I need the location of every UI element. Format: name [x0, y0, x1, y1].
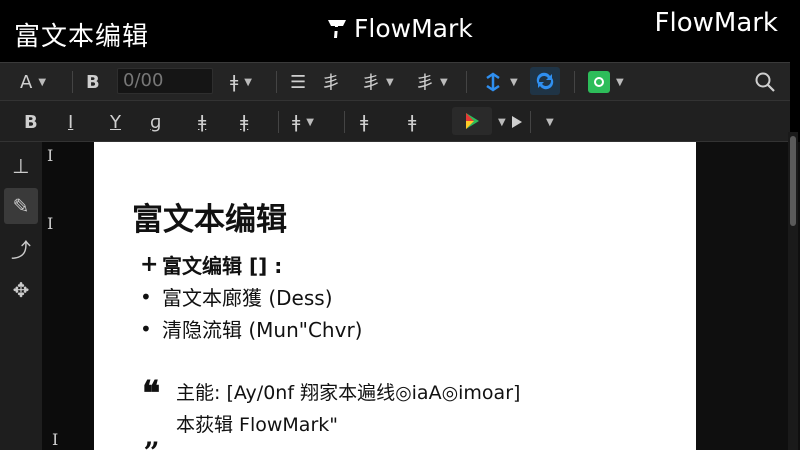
divider	[466, 71, 467, 93]
chevron-down-icon: ▼	[498, 116, 506, 128]
scrollbar-thumb[interactable]	[790, 136, 796, 226]
align-right-icon: ǂ	[292, 111, 301, 133]
chevron-down-icon: ▼	[38, 76, 47, 88]
text-cursor-icon: I	[47, 146, 54, 165]
font-label: A	[20, 71, 33, 93]
divider	[344, 111, 345, 133]
bold-format-button[interactable]: B	[24, 109, 38, 135]
text-cursor-icon: I	[52, 430, 59, 449]
strikethrough-button[interactable]: ɡ	[150, 109, 161, 135]
brand-name: FlowMark	[354, 14, 473, 43]
list-marker: +	[140, 252, 159, 277]
sync-icon	[486, 72, 500, 92]
divider	[278, 111, 279, 133]
divider	[530, 111, 531, 133]
gutter: I I I	[42, 142, 94, 450]
chevron-down-icon: ▼	[546, 116, 554, 128]
right-pane	[696, 142, 800, 450]
search-button[interactable]	[754, 69, 776, 95]
play-color-icon	[466, 113, 479, 129]
divider	[276, 71, 277, 93]
chevron-down-icon: ▼	[244, 76, 252, 88]
list-item: • 清隐流辑 (Mun"Chvr)	[140, 314, 362, 343]
font-size-input[interactable]: 0/00	[117, 68, 213, 94]
text-size-icon: ǂ	[230, 71, 239, 93]
add-icon: ⊥	[12, 154, 30, 178]
list-item: + 富文编辑 [] :	[140, 250, 282, 279]
list-button[interactable]: ☰	[290, 69, 306, 95]
sidebar-link-button[interactable]: ⤴	[4, 230, 38, 266]
sidebar: ⊥ ✎ ⤴ ✥	[0, 142, 42, 450]
bold-button[interactable]: B	[86, 69, 100, 95]
outdent-button[interactable]: ǂ	[408, 109, 416, 135]
chevron-down-icon: ▼	[616, 76, 624, 88]
paragraph-icon: 丯	[362, 73, 380, 94]
list-item: • 富文本廊獲 (Dess)	[140, 282, 333, 311]
divider	[574, 71, 575, 93]
paragraph-dropdown[interactable]: 丯 ▼	[362, 69, 394, 95]
more-dropdown[interactable]: ▼	[540, 109, 554, 135]
align-button[interactable]: 丯	[322, 69, 340, 95]
list-item-text: 清隐流辑 (Mun"Chvr)	[162, 318, 363, 342]
sync-dropdown[interactable]: ▼	[482, 69, 518, 95]
quote-line: 本荻辑 FlowMark"	[176, 414, 339, 436]
chevron-down-icon: ▼	[386, 76, 394, 88]
align-left-button[interactable]: ǂ	[198, 109, 206, 135]
sidebar-add-button[interactable]: ⊥	[4, 148, 38, 184]
divider	[72, 71, 73, 93]
list-marker: •	[140, 316, 152, 341]
toolbar-row-2: B I Y ɡ ǂ ǂ ǂ ▼ ǂ ǂ ▼ ▼	[0, 100, 790, 142]
chevron-down-icon: ▼	[510, 76, 518, 88]
quote-open-mark: ❝	[142, 374, 161, 414]
align-center-button[interactable]: ǂ	[240, 109, 248, 135]
text-size-dropdown[interactable]: ǂ ▼	[230, 69, 252, 95]
title-bar: 富文本编辑 FlowMark FlowMark	[0, 0, 800, 62]
brand-right: FlowMark	[654, 8, 778, 38]
vertical-scrollbar[interactable]	[788, 132, 798, 450]
document-page[interactable]: 富文本编辑 + 富文编辑 [] : • 富文本廊獲 (Dess) • 清隐流辑 …	[94, 142, 696, 450]
list-item-text: 富文本廊獲 (Dess)	[162, 286, 333, 310]
sidebar-pen-button[interactable]: ✎	[4, 188, 38, 224]
heading-icon: 丯	[416, 73, 434, 94]
underline-button[interactable]: Y	[110, 109, 121, 135]
sidebar-plugin-button[interactable]: ✥	[4, 272, 38, 308]
align-dropdown[interactable]: ǂ ▼	[292, 109, 314, 135]
chevron-down-icon: ▼	[440, 76, 448, 88]
quote-line: 主能: [Ay/0nf 翔家本遍线◎iaA◎imoar]	[176, 382, 521, 404]
brand: FlowMark	[326, 14, 473, 43]
chevron-down-icon: ▼	[306, 116, 314, 128]
refresh-icon	[536, 72, 554, 90]
quote-close-mark: „	[144, 420, 161, 450]
link-icon: ⤴	[11, 237, 31, 262]
pen-icon: ✎	[12, 194, 30, 218]
app-title: 富文本编辑	[14, 22, 150, 52]
font-family-dropdown[interactable]: A ▼	[20, 69, 46, 95]
plugin-dropdown[interactable]: ▼	[588, 69, 624, 95]
puzzle-icon: ✥	[12, 278, 30, 302]
heading-dropdown[interactable]: 丯 ▼	[416, 69, 448, 95]
list-item-text: 富文编辑 [] :	[162, 254, 283, 278]
run-button[interactable]	[452, 107, 492, 135]
run-dropdown[interactable]: ▼	[492, 109, 506, 135]
italic-button[interactable]: I	[68, 109, 73, 135]
refresh-button[interactable]	[530, 67, 560, 95]
document-heading: 富文本编辑	[132, 202, 287, 238]
list-marker: •	[140, 284, 152, 309]
next-button[interactable]	[510, 109, 524, 135]
search-icon	[755, 72, 775, 92]
indent-button[interactable]: ǂ	[360, 109, 368, 135]
play-icon	[512, 116, 522, 128]
text-cursor-icon: I	[47, 214, 54, 233]
flowmark-logo-icon	[328, 19, 346, 38]
plugin-icon	[588, 71, 610, 93]
